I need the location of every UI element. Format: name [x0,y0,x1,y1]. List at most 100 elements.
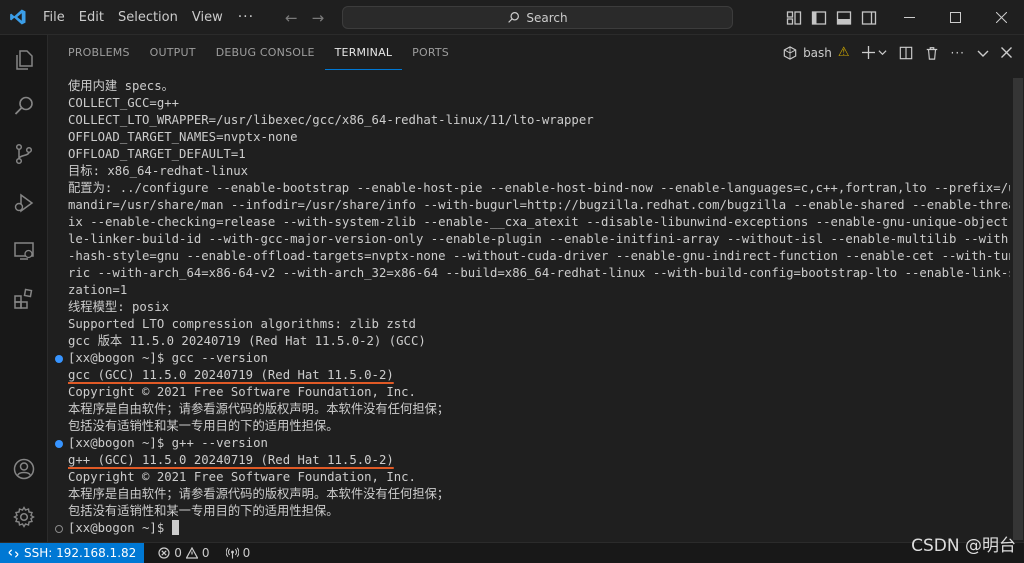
terminal-line: -hash-style=gnu --enable-offload-targets… [48,248,1010,265]
terminal-line: le-linker-build-id --with-gcc-major-vers… [48,231,1010,248]
terminal-line-text: Copyright © 2021 Free Software Foundatio… [68,470,416,484]
explorer-icon[interactable] [0,38,48,82]
terminal-line: 线程模型: posix [48,299,1010,316]
close-icon [995,12,1007,23]
minimize-button[interactable] [886,0,932,35]
remote-explorer-icon[interactable] [0,229,48,273]
customize-layout-icon[interactable] [786,10,802,26]
manage-gear-icon[interactable] [0,495,48,539]
tab-output[interactable]: OUTPUT [140,35,206,70]
terminal-line: OFFLOAD_TARGET_DEFAULT=1 [48,146,1010,163]
run-and-debug-icon[interactable] [0,181,48,225]
terminal-line-text: 配置为: ../configure --enable-bootstrap --e… [68,181,1010,195]
terminal-line: mandir=/usr/share/man --infodir=/usr/sha… [48,197,1010,214]
remote-indicator[interactable]: SSH: 192.168.1.82 [0,542,145,563]
menu-file[interactable]: File [36,0,72,35]
terminal-line-text: ric --with-arch_64=x86-64-v2 --with-arch… [68,266,1010,280]
maximize-panel-icon[interactable] [977,47,989,59]
terminal-line: 目标: x86_64-redhat-linux [48,163,1010,180]
terminal-line: COLLECT_GCC=g++ [48,95,1010,112]
trash-icon[interactable] [925,46,939,60]
terminal-shell-icon [783,45,797,60]
terminal-line: ix --enable-checking=release --with-syst… [48,214,1010,231]
terminal-line-text: le-linker-build-id --with-gcc-major-vers… [68,232,1010,246]
menu-edit[interactable]: Edit [72,0,111,35]
terminal-line-text: 包括没有适销性和某一专用目的下的适用性担保。 [68,419,339,433]
terminal-line-text: 包括没有适销性和某一专用目的下的适用性担保。 [68,504,339,518]
plus-icon [861,46,875,59]
toggle-panel-icon[interactable] [836,10,852,26]
command-center-search[interactable]: Search [342,6,733,29]
menu-more-button[interactable]: ··· [230,0,262,35]
terminal-line-text: gcc (GCC) 11.5.0 20240719 (Red Hat 11.5.… [68,368,394,382]
terminal-scrollbar[interactable] [1010,78,1024,542]
tab-terminal[interactable]: TERMINAL [324,35,403,70]
broadcast-icon [225,547,239,559]
toggle-secondary-sidebar-icon[interactable] [861,10,877,26]
search-view-icon[interactable] [0,84,48,128]
terminal-line-text: [xx@bogon ~]$ gcc --version [68,351,268,365]
terminal-line: Supported LTO compression algorithms: zl… [48,316,1010,333]
terminal-line-text: 目标: x86_64-redhat-linux [68,164,249,178]
new-terminal-button[interactable] [861,46,887,59]
tab-problems[interactable]: PROBLEMS [58,35,140,70]
terminal-command-line: [xx@bogon ~]$ gcc --version [48,350,1010,367]
terminal-line: g++ (GCC) 11.5.0 20240719 (Red Hat 11.5.… [48,452,1010,469]
terminal-line-text: 线程模型: posix [68,300,170,314]
maximize-button[interactable] [932,0,978,35]
menu-selection[interactable]: Selection [111,0,185,35]
tab-debug-console[interactable]: DEBUG CONSOLE [206,35,325,70]
warning-status-icon [185,547,198,559]
search-label: Search [526,10,568,25]
terminal-line-text: gcc 版本 11.5.0 20240719 (Red Hat 11.5.0-2… [68,334,426,348]
terminal-output[interactable]: 使用内建 specs。 COLLECT_GCC=g++ COLLECT_LTO_WR… [48,78,1010,542]
terminal-line-text: Copyright © 2021 Free Software Foundatio… [68,385,416,399]
terminal-line: OFFLOAD_TARGET_NAMES=nvptx-none [48,129,1010,146]
search-icon [508,12,520,23]
terminal-line-text: OFFLOAD_TARGET_NAMES=nvptx-none [68,130,298,144]
accounts-icon[interactable] [0,447,48,491]
terminal-line-text: 本程序是自由软件；请参看源代码的版权声明。本软件没有任何担保； [68,402,450,416]
menu-view[interactable]: View [185,0,230,35]
back-arrow-icon[interactable]: ← [285,9,298,27]
title-bar: File Edit Selection View ··· ← → Search [0,0,1024,35]
terminal-selector[interactable]: bash ⚠ [783,45,850,60]
chevron-down-icon [878,50,887,56]
layout-controls [786,0,877,35]
forward-arrow-icon[interactable]: → [312,9,325,27]
status-bar: SSH: 192.168.1.82 0 0 0 [0,542,1024,563]
source-control-icon[interactable] [0,132,48,176]
terminal-line: 本程序是自由软件；请参看源代码的版权声明。本软件没有任何担保； [48,486,1010,503]
shell-name: bash [803,45,832,60]
navigation-arrows: ← → [285,0,324,35]
terminal-command-line: [xx@bogon ~]$ [48,520,1010,537]
terminal-line-text: COLLECT_GCC=g++ [68,96,180,110]
terminal-command-line: [xx@bogon ~]$ g++ --version [48,435,1010,452]
terminal-line: zation=1 [48,282,1010,299]
extensions-icon[interactable] [0,277,48,321]
tab-ports[interactable]: PORTS [402,35,459,70]
terminal-line: 配置为: ../configure --enable-bootstrap --e… [48,180,1010,197]
window-controls [886,0,1024,35]
terminal-line-text: OFFLOAD_TARGET_DEFAULT=1 [68,147,246,161]
warning-icon[interactable]: ⚠ [838,45,850,60]
toggle-primary-sidebar-icon[interactable] [811,10,827,26]
terminal-line-text: 使用内建 specs。 [68,79,174,93]
terminal-line: Copyright © 2021 Free Software Foundatio… [48,469,1010,486]
minimize-icon [903,17,915,18]
activity-bar [0,35,48,542]
panel-header: PROBLEMS OUTPUT DEBUG CONSOLE TERMINAL P… [48,35,1024,70]
split-terminal-icon[interactable] [899,46,913,60]
remote-icon [8,548,19,558]
terminal-line: 使用内建 specs。 [48,78,1010,95]
more-actions-icon[interactable]: ··· [951,46,965,60]
warning-count: 0 [201,546,210,560]
problems-status[interactable]: 0 0 [150,546,217,560]
menu-bar: File Edit Selection View ··· [36,0,262,35]
terminal-line-text: mandir=/usr/share/man --infodir=/usr/sha… [68,198,1010,212]
ports-status[interactable]: 0 [218,546,259,560]
close-panel-icon[interactable] [1001,47,1012,58]
terminal-line: 包括没有适销性和某一专用目的下的适用性担保。 [48,503,1010,520]
scrollbar-thumb[interactable] [1013,78,1023,540]
close-window-button[interactable] [978,0,1024,35]
